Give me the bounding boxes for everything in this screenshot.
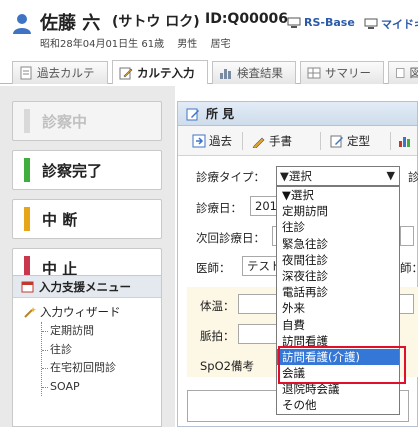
patient-subinfo: 昭和28年04月01日生 61歳 男性 居宅 (40, 35, 240, 50)
pulse-label: 脈拍： (200, 329, 235, 343)
tab-summary[interactable]: サマリー (300, 61, 384, 84)
interrupt-button[interactable]: 中 断 (12, 199, 162, 239)
patient-sex: 男性 (177, 39, 198, 50)
template-icon (330, 135, 343, 148)
wizard-item-initial-interview[interactable]: 在宅初回問診 (42, 359, 161, 378)
spo2-note-label: SpO2備考 (200, 359, 254, 373)
highlight-annotation-box (278, 346, 406, 384)
past-label: 過去 (209, 134, 232, 148)
toolbar-divider (320, 132, 321, 150)
status-bar (24, 109, 30, 133)
panel-title-label: 所 見 (206, 107, 235, 121)
option-other[interactable]: その他 (277, 397, 399, 413)
menu-title-label: 入力支援メニュー (39, 279, 131, 294)
consultation-complete-button[interactable]: 診察完了 (12, 150, 162, 190)
tab-label: 図 (409, 66, 418, 80)
option-select[interactable]: ▼選択 (277, 187, 399, 203)
computer-icon (364, 18, 378, 29)
handwriting-button[interactable]: 手書 (252, 131, 292, 151)
next-visit-date-picker[interactable] (400, 226, 414, 246)
button-label: 中 断 (42, 210, 78, 229)
bar-chart-icon (399, 137, 410, 147)
patient-id: ID:Q00006 (205, 11, 289, 27)
tab-past-karte[interactable]: 過去カルテ (12, 61, 108, 84)
visit-type-value: ▼選択 (280, 169, 312, 183)
dropdown-arrow-icon: ▼ (386, 169, 395, 182)
mydoc-label: マイドキ (381, 18, 418, 31)
side-label: 診 (408, 170, 418, 184)
tab-label: カルテ入力 (137, 65, 195, 80)
document-icon (20, 66, 32, 80)
wand-icon (24, 306, 36, 318)
tab-bar: 過去カルテ カルテ入力 検査結果 サマリー 図 (0, 58, 418, 84)
tab-label: 過去カルテ (37, 66, 95, 80)
visit-date-label: 診療日： (196, 201, 242, 215)
calendar-icon (21, 281, 34, 293)
in-consultation-button[interactable]: 診察中 (12, 101, 162, 141)
tab-figure[interactable]: 図 (388, 61, 418, 84)
wizard-item-soap[interactable]: SOAP (42, 378, 161, 397)
rs-base-link[interactable]: RS-Base (287, 16, 355, 29)
status-bar (24, 158, 30, 182)
option-late-night-house-call[interactable]: 深夜往診 (277, 268, 399, 284)
patient-residence: 居宅 (210, 39, 231, 50)
wizard-item-house-call[interactable]: 往診 (42, 341, 161, 360)
tab-karte-input[interactable]: カルテ入力 (112, 60, 208, 84)
pen-icon (252, 137, 265, 148)
patient-birth: 昭和28年04月01日生 61歳 (40, 39, 165, 50)
toolbar-divider (390, 132, 391, 150)
handwriting-label: 手書 (269, 134, 292, 148)
visit-type-label: 診療タイプ： (196, 170, 265, 184)
computer-icon (287, 17, 301, 28)
button-label: 診察完了 (42, 161, 103, 180)
template-label: 定型 (347, 134, 370, 148)
visit-type-select[interactable]: ▼選択 ▼ (276, 166, 400, 186)
mydoc-link[interactable]: マイドキ (364, 16, 418, 32)
nurse-label: 師： (400, 261, 418, 275)
temperature-extra-input[interactable] (398, 294, 414, 314)
next-visit-date-label: 次回診療日： (196, 231, 265, 245)
panel-toolbar: 過去 手書 定型 (178, 126, 417, 156)
status-bar (24, 207, 30, 231)
patient-header: 佐藤 六 (サトウ ロク) ID:Q00006 RS-Base マイドキ 昭和2… (0, 0, 418, 58)
toolbar-divider (242, 132, 243, 150)
pencil-icon (119, 67, 133, 79)
rs-base-label: RS-Base (304, 16, 355, 29)
option-night-house-call[interactable]: 夜間往診 (277, 252, 399, 268)
grid-icon (307, 67, 321, 79)
button-label: 診察中 (42, 112, 88, 131)
person-icon (13, 14, 31, 34)
document-icon (396, 68, 405, 78)
option-phone-revisit[interactable]: 電話再診 (277, 284, 399, 300)
template-button[interactable]: 定型 (330, 131, 370, 151)
option-self-pay[interactable]: 自費 (277, 317, 399, 333)
patient-name: 佐藤 六 (40, 13, 101, 34)
patient-kana: (サトウ ロク) (112, 14, 200, 30)
panel-title: 所 見 (178, 102, 417, 126)
wizard-item-regular-visit[interactable]: 定期訪問 (42, 322, 161, 341)
menu-title: 入力支援メニュー (13, 276, 161, 298)
chart-button[interactable] (398, 131, 412, 151)
input-support-menu: 入力支援メニュー 入力ウィザード 定期訪問 往診 在宅初回問診 SOAP (12, 275, 162, 427)
wizard-items: 定期訪問 往診 在宅初回問診 SOAP (41, 322, 161, 396)
edit-icon (186, 108, 199, 120)
wizard-label: 入力ウィザード (40, 305, 121, 319)
option-outpatient[interactable]: 外来 (277, 300, 399, 316)
history-icon (192, 134, 206, 148)
past-button[interactable]: 過去 (192, 131, 232, 151)
input-wizard[interactable]: 入力ウィザード (13, 298, 161, 320)
option-emergency-house-call[interactable]: 緊急往診 (277, 236, 399, 252)
doctor-label: 医師： (196, 261, 231, 275)
temperature-label: 体温： (200, 299, 235, 313)
tab-test-results[interactable]: 検査結果 (212, 61, 296, 84)
option-house-call[interactable]: 往診 (277, 219, 399, 235)
option-regular-visit[interactable]: 定期訪問 (277, 203, 399, 219)
bar-chart-icon (220, 69, 231, 79)
tab-label: 検査結果 (237, 66, 283, 80)
tab-label: サマリー (325, 66, 371, 80)
